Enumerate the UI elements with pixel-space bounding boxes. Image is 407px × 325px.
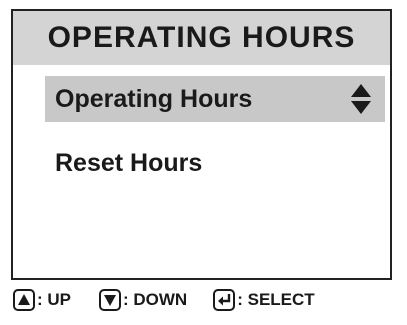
menu-item-operating-hours[interactable]: Operating Hours bbox=[45, 76, 385, 122]
title-bar: OPERATING HOURS bbox=[13, 11, 390, 65]
down-key-label: : DOWN bbox=[123, 290, 188, 309]
up-key-hint: : UP bbox=[13, 289, 71, 311]
footer-key-legend: : UP : DOWN : SELECT bbox=[11, 284, 403, 316]
up-arrow-key-icon bbox=[13, 289, 35, 311]
down-key-hint: : DOWN bbox=[99, 289, 187, 311]
select-key-label: : SELECT bbox=[237, 290, 315, 309]
up-down-arrows-icon bbox=[351, 84, 371, 114]
page-title: OPERATING HOURS bbox=[47, 21, 356, 54]
enter-key-icon bbox=[213, 289, 236, 311]
select-key-hint: : SELECT bbox=[213, 289, 315, 311]
menu-item-reset-hours[interactable]: Reset Hours bbox=[45, 140, 385, 186]
menu-item-label: Reset Hours bbox=[55, 148, 203, 177]
menu-item-label: Operating Hours bbox=[55, 84, 253, 113]
footer-divider bbox=[11, 278, 392, 280]
up-key-label: : UP bbox=[37, 290, 71, 309]
down-arrow-key-icon bbox=[99, 289, 121, 311]
screen-frame-right bbox=[390, 9, 392, 279]
